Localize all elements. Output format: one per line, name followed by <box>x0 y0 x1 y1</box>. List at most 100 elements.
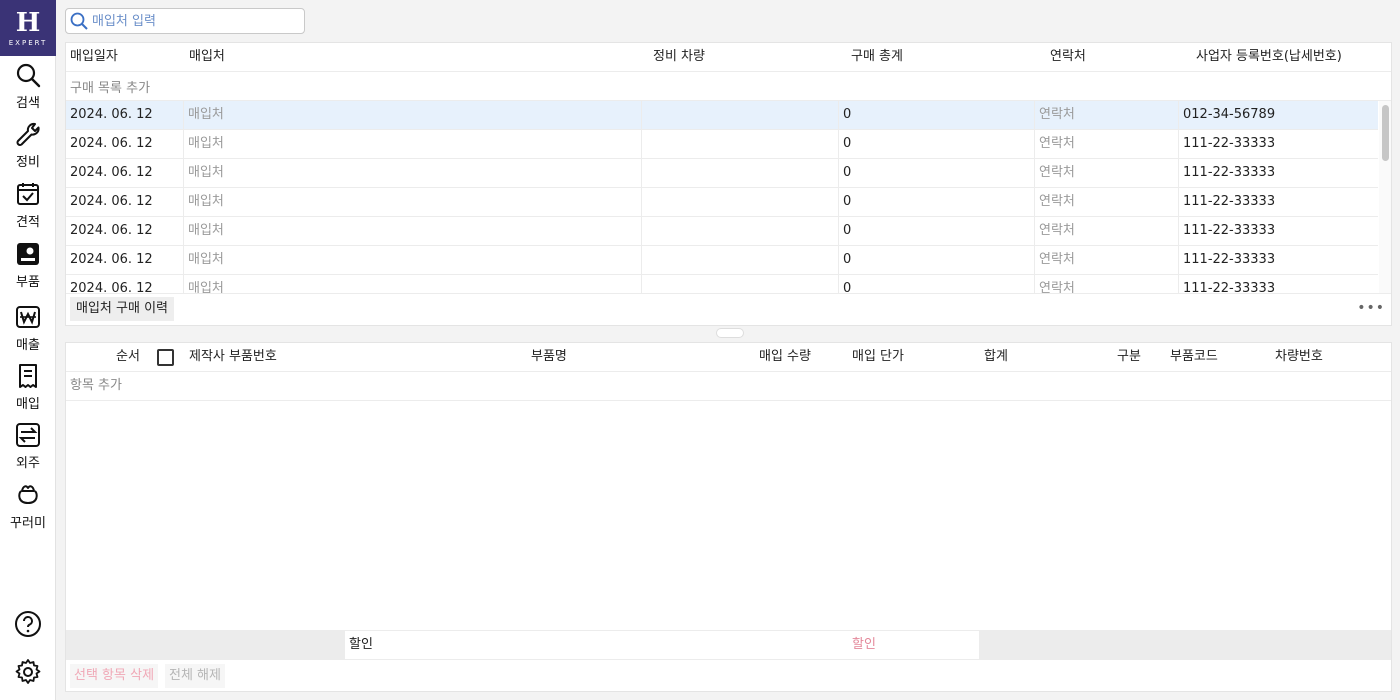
nav-parts[interactable]: 부품 <box>0 241 56 290</box>
resize-handle[interactable] <box>716 328 744 338</box>
nav-label: 꾸러미 <box>10 516 46 531</box>
cell-bizno[interactable]: 111-22-33333 <box>1179 188 1378 216</box>
delete-selected-button[interactable]: 선택 항목 삭제 <box>70 664 159 688</box>
purchase-rows: 2024. 06. 12 매입처 0 연락처 012-34-56789 2024… <box>66 101 1378 293</box>
won-icon <box>16 306 40 328</box>
table-row[interactable]: 2024. 06. 12 매입처 0 연락처 111-22-33333 <box>66 246 1378 275</box>
gear-icon[interactable] <box>14 658 42 686</box>
nav-search[interactable]: 검색 <box>0 62 56 111</box>
col-vehicle[interactable]: 정비 차량 <box>649 43 705 71</box>
cell-total: 0 <box>839 217 1035 245</box>
cell-contact[interactable]: 연락처 <box>1035 188 1179 216</box>
cell-bizno[interactable]: 012-34-56789 <box>1179 101 1378 129</box>
nav-outsourcing[interactable]: 외주 <box>0 422 56 471</box>
col-total[interactable]: 구매 총계 <box>847 43 903 71</box>
more-icon[interactable]: ••• <box>1357 300 1385 316</box>
discount-input[interactable]: 할인 <box>848 631 979 659</box>
nav-estimate[interactable]: 견적 <box>0 181 56 230</box>
nav-label: 견적 <box>16 215 40 230</box>
col-part-name[interactable]: 부품명 <box>527 343 567 371</box>
cell-date: 2024. 06. 12 <box>66 217 184 245</box>
nav-sales[interactable]: 매출 <box>0 304 56 353</box>
help-icon[interactable] <box>14 610 42 638</box>
search-icon <box>70 12 88 30</box>
col-sum[interactable]: 합계 <box>980 343 1008 371</box>
vendor-history-tab[interactable]: 매입처 구매 이력 <box>70 297 174 321</box>
cell-contact[interactable]: 연락처 <box>1035 275 1179 293</box>
add-purchase-row[interactable]: 구매 목록 추가 <box>66 72 1391 101</box>
purchase-scrollbar[interactable] <box>1379 101 1391 293</box>
deselect-all-button[interactable]: 전체 해제 <box>165 664 225 688</box>
cell-bizno[interactable]: 111-22-33333 <box>1179 159 1378 187</box>
cell-date: 2024. 06. 12 <box>66 188 184 216</box>
vendor-search[interactable] <box>65 8 305 34</box>
table-row[interactable]: 2024. 06. 12 매입처 0 연락처 111-22-33333 <box>66 217 1378 246</box>
col-part-code[interactable]: 부품코드 <box>1166 343 1218 371</box>
nav-bundle[interactable]: 꾸러미 <box>0 482 56 531</box>
table-row[interactable]: 2024. 06. 12 매입처 0 연락처 111-22-33333 <box>66 275 1378 293</box>
receipt-icon <box>19 364 37 388</box>
col-vendor[interactable]: 매입처 <box>185 43 225 71</box>
scrollbar-thumb[interactable] <box>1382 105 1389 161</box>
cell-vendor[interactable]: 매입처 <box>184 159 642 187</box>
cell-vehicle[interactable] <box>642 188 839 216</box>
cell-vendor[interactable]: 매입처 <box>184 217 642 245</box>
table-row[interactable]: 2024. 06. 12 매입처 0 연락처 111-22-33333 <box>66 188 1378 217</box>
col-category[interactable]: 구분 <box>1113 343 1141 371</box>
summary-bar: 할인 할인 <box>66 630 1391 660</box>
cell-total: 0 <box>839 159 1035 187</box>
table-row[interactable]: 2024. 06. 12 매입처 0 연락처 111-22-33333 <box>66 130 1378 159</box>
select-all-checkbox[interactable] <box>157 349 174 366</box>
col-quantity[interactable]: 매입 수량 <box>755 343 811 371</box>
cell-vehicle[interactable] <box>642 275 839 293</box>
cell-bizno[interactable]: 111-22-33333 <box>1179 130 1378 158</box>
cell-vendor[interactable]: 매입처 <box>184 188 642 216</box>
logo-letter: H <box>15 7 41 38</box>
cell-contact[interactable]: 연락처 <box>1035 101 1179 129</box>
col-vehicle-no[interactable]: 차량번호 <box>1271 343 1323 371</box>
add-item-row[interactable]: 항목 추가 <box>66 372 1391 401</box>
cell-bizno[interactable]: 111-22-33333 <box>1179 217 1378 245</box>
col-maker-part-no[interactable]: 제작사 부품번호 <box>185 343 277 371</box>
cell-date: 2024. 06. 12 <box>66 246 184 274</box>
col-contact[interactable]: 연락처 <box>1046 43 1086 71</box>
purchase-footer: 매입처 구매 이력 ••• <box>66 293 1391 325</box>
table-row[interactable]: 2024. 06. 12 매입처 0 연락처 111-22-33333 <box>66 159 1378 188</box>
col-bizno[interactable]: 사업자 등록번호(납세번호) <box>1192 43 1342 71</box>
cell-vehicle[interactable] <box>642 130 839 158</box>
logo-text: EXPERT <box>8 38 48 47</box>
cell-vendor[interactable]: 매입처 <box>184 275 642 293</box>
cell-date: 2024. 06. 12 <box>66 275 184 293</box>
cell-vendor[interactable]: 매입처 <box>184 246 642 274</box>
cell-vehicle[interactable] <box>642 246 839 274</box>
logo[interactable]: H EXPERT <box>0 0 56 56</box>
cell-contact[interactable]: 연락처 <box>1035 159 1179 187</box>
vendor-search-input[interactable] <box>92 13 292 29</box>
cell-contact[interactable]: 연락처 <box>1035 217 1179 245</box>
cell-contact[interactable]: 연락처 <box>1035 130 1179 158</box>
cell-contact[interactable]: 연락처 <box>1035 246 1179 274</box>
cell-vendor[interactable]: 매입처 <box>184 101 642 129</box>
table-row[interactable]: 2024. 06. 12 매입처 0 연락처 012-34-56789 <box>66 101 1378 130</box>
cell-date: 2024. 06. 12 <box>66 130 184 158</box>
calendar-check-icon <box>17 183 39 205</box>
cell-vehicle[interactable] <box>642 159 839 187</box>
nav-maintenance[interactable]: 정비 <box>0 121 56 170</box>
nav-label: 외주 <box>16 456 40 471</box>
col-order[interactable]: 순서 <box>112 343 140 371</box>
nav-purchase[interactable]: 매입 <box>0 363 56 412</box>
cell-bizno[interactable]: 111-22-33333 <box>1179 246 1378 274</box>
col-unit-price[interactable]: 매입 단가 <box>848 343 904 371</box>
cell-bizno[interactable]: 111-22-33333 <box>1179 275 1378 293</box>
cell-total: 0 <box>839 275 1035 293</box>
search-icon <box>16 63 41 88</box>
main-content: 매입일자 매입처 정비 차량 구매 총계 연락처 사업자 등록번호(납세번호) … <box>56 0 1400 700</box>
cell-total: 0 <box>839 188 1035 216</box>
cell-total: 0 <box>839 101 1035 129</box>
nav-label: 검색 <box>16 96 40 111</box>
cell-vehicle[interactable] <box>642 101 839 129</box>
col-date[interactable]: 매입일자 <box>66 43 118 71</box>
cell-vendor[interactable]: 매입처 <box>184 130 642 158</box>
cell-vehicle[interactable] <box>642 217 839 245</box>
bundle-icon <box>18 485 38 505</box>
